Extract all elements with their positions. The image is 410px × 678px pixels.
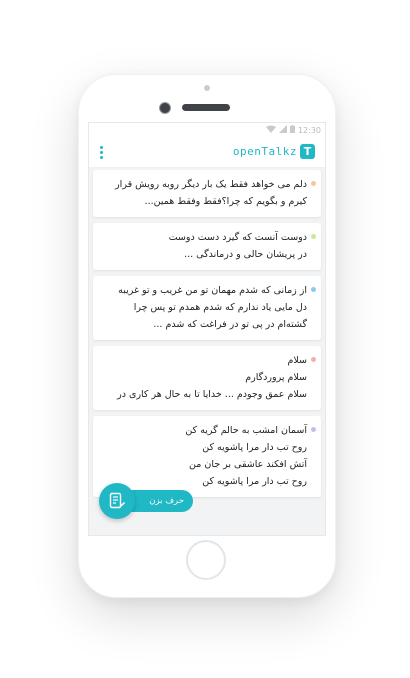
post-text-line: سلام پروردگارم [245, 372, 307, 383]
post-color-dot [311, 234, 316, 239]
post-text-line: دل مایی یاد ندارم که شدم همدم تو پس چرا [133, 302, 307, 313]
post-text-line: سلام [287, 355, 307, 366]
post-card[interactable]: دلم می خواهد فقط یک بار دیگر روبه رویش ق… [93, 170, 321, 217]
post-color-dot [311, 287, 316, 292]
app-screen: 12:30 openTalkz T دلم می خواهد فقط یک با… [88, 122, 326, 536]
post-text-line: از زمانی که شدم مهمان تو من غریب و تو غر… [118, 285, 307, 296]
home-button[interactable] [186, 540, 226, 580]
status-bar: 12:30 [89, 123, 325, 137]
compose-button[interactable] [99, 483, 135, 519]
more-vert-icon[interactable] [95, 145, 107, 159]
post-text-line: در پریشان حالی و درماندگی ... [184, 249, 307, 260]
post-text-line: گشته‌ام در پی تو در فراغت که شدم ... [153, 319, 307, 330]
post-text-line: دوست آنست که گیرد دست دوست [168, 232, 307, 243]
status-time: 12:30 [297, 125, 321, 135]
signal-icon [278, 125, 287, 135]
phone-frame: 12:30 openTalkz T دلم می خواهد فقط یک با… [78, 74, 336, 598]
talk-fab-group: حرف بزن [99, 483, 193, 519]
post-text-line: آتش افکند عاشقی بر جان من [189, 459, 307, 470]
post-color-dot [311, 181, 316, 186]
post-color-dot [311, 357, 316, 362]
front-camera [159, 102, 171, 114]
post-card[interactable]: دوست آنست که گیرد دست دوست در پریشان حالی… [93, 223, 321, 270]
post-card[interactable]: از زمانی که شدم مهمان تو من غریب و تو غر… [93, 276, 321, 340]
earpiece-speaker [182, 104, 230, 111]
post-text-line: کیرم و بگویم که چرا؟فقط وفقط همین... [144, 196, 307, 207]
post-text-line: سلام عمق وجودم ... خدایا تا به حال هر کا… [117, 389, 307, 400]
brand-logo-icon: T [300, 144, 315, 159]
app-bar: openTalkz T [89, 137, 325, 168]
post-text-line: آسمان امشب به حالم گریه کن [185, 425, 307, 436]
proximity-sensor [204, 85, 210, 91]
compose-note-icon [109, 492, 125, 509]
posts-feed: دلم می خواهد فقط یک بار دیگر روبه رویش ق… [89, 168, 325, 505]
battery-icon [289, 125, 295, 135]
post-card[interactable]: سلام سلام پروردگارم سلام عمق وجودم ... خدا… [93, 346, 321, 410]
post-text-line: دلم می خواهد فقط یک بار دیگر روبه رویش ق… [115, 179, 307, 190]
post-text-line: روح تب دار مرا پاشویه کن [202, 442, 307, 453]
brand-name: openTalkz [232, 145, 297, 158]
brand: openTalkz T [233, 144, 315, 159]
wifi-icon [265, 125, 276, 135]
post-color-dot [311, 427, 316, 432]
